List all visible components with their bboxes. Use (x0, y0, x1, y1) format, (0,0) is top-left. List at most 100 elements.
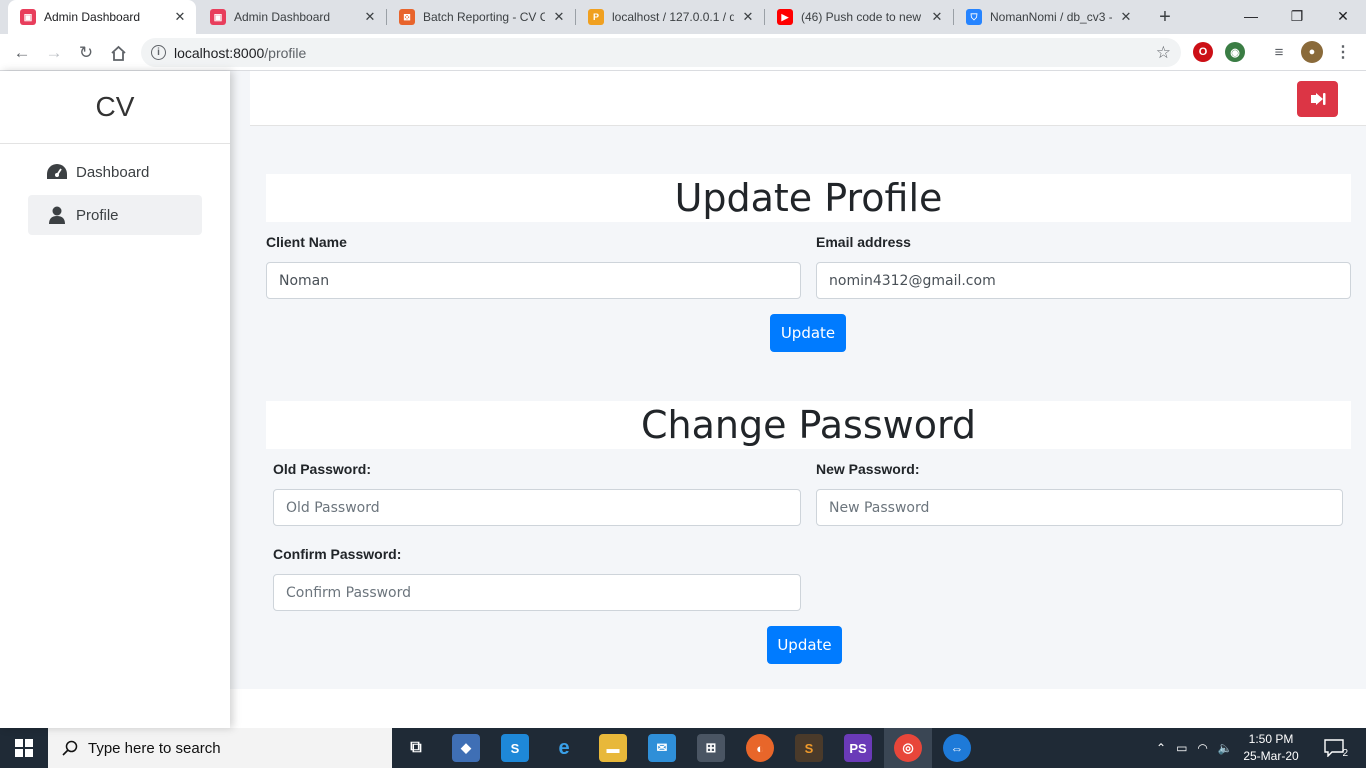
forward-button[interactable]: → (40, 39, 68, 67)
reload-button[interactable]: ↻ (72, 39, 100, 67)
wifi-icon[interactable]: ◠ (1197, 741, 1207, 755)
brand-logo[interactable]: CV (0, 71, 230, 144)
tab-title: Admin Dashboard (234, 10, 331, 24)
new-password-input[interactable] (816, 489, 1343, 526)
bitbucket-favicon-icon: ⛉ (966, 9, 982, 25)
media-queue-icon[interactable]: ≡ (1269, 42, 1289, 62)
browser-menu-icon[interactable]: ⋮ (1333, 42, 1353, 62)
browser-tab[interactable]: P localhost / 127.0.0.1 / d ✕ (576, 0, 764, 34)
tab-title: Batch Reporting - CV C (423, 10, 545, 24)
close-tab-icon[interactable]: ✕ (740, 9, 756, 25)
sidebar-item-dashboard[interactable]: Dashboard (28, 152, 202, 192)
home-button[interactable] (104, 39, 132, 67)
browser-tab-strip: ▣ Admin Dashboard ✕ ▣ Admin Dashboard ✕ … (0, 0, 1366, 34)
restore-button[interactable]: ❐ (1274, 0, 1320, 32)
browser-tab[interactable]: ⊠ Batch Reporting - CV C ✕ (387, 0, 575, 34)
start-button[interactable] (0, 728, 48, 768)
opera-extension-icon[interactable]: O (1193, 42, 1213, 62)
top-navbar (250, 71, 1366, 126)
browser-tab[interactable]: ⛉ NomanNomi / db_cv3 - ✕ (954, 0, 1142, 34)
phpmyadmin-favicon-icon: P (588, 9, 604, 25)
volume-icon[interactable]: 🔈 (1218, 741, 1233, 755)
email-input[interactable] (816, 262, 1351, 299)
close-tab-icon[interactable]: ✕ (1118, 9, 1134, 25)
globe-extension-icon[interactable]: ◉ (1225, 42, 1245, 62)
old-password-input[interactable] (273, 489, 801, 526)
old-password-label: Old Password: (273, 461, 372, 477)
clock-time: 1:50 PM (1248, 732, 1294, 746)
client-name-label: Client Name (266, 234, 347, 250)
admin-app: CV Dashboard Profile Update Profile Clie… (0, 71, 1366, 728)
task-view-icon[interactable]: ⧉ (402, 734, 430, 762)
browser-tab[interactable]: ▣ Admin Dashboard ✕ (8, 0, 196, 34)
sidebar-item-profile[interactable]: Profile (28, 195, 202, 235)
sidebar-item-label: Profile (76, 206, 119, 224)
skype-icon[interactable]: S (501, 734, 529, 762)
new-password-label: New Password: (816, 461, 920, 477)
update-profile-button[interactable]: Update (770, 314, 846, 352)
sidebar: CV Dashboard Profile (0, 71, 230, 728)
system-tray: ⌃ ▭ ◠ 🔈 (1156, 728, 1233, 768)
confirm-password-label: Confirm Password: (273, 546, 402, 562)
tab-title: localhost / 127.0.0.1 / d (612, 10, 734, 24)
app-favicon-icon: ▣ (210, 9, 226, 25)
search-icon (62, 740, 78, 756)
youtube-favicon-icon: ▶ (777, 9, 793, 25)
content-footer (230, 689, 1366, 728)
show-hidden-icons-icon[interactable]: ⌃ (1156, 741, 1166, 755)
taskbar-clock[interactable]: 1:50 PM 25-Mar-20 (1240, 731, 1302, 765)
firefox-icon[interactable]: ◐ (746, 734, 774, 762)
file-explorer-icon[interactable]: ▬ (599, 734, 627, 762)
close-tab-icon[interactable]: ✕ (929, 9, 945, 25)
app-favicon-icon: ▣ (20, 9, 36, 25)
bookmark-star-icon[interactable]: ☆ (1156, 43, 1171, 63)
sublime-text-icon[interactable]: S (795, 734, 823, 762)
notification-icon (1324, 739, 1344, 757)
teamviewer-icon[interactable]: ⇔ (943, 734, 971, 762)
app-launcher-icon[interactable]: ◆ (452, 734, 480, 762)
minimize-button[interactable]: — (1228, 0, 1274, 32)
close-tab-icon[interactable]: ✕ (551, 9, 567, 25)
change-password-button[interactable]: Update (767, 626, 842, 664)
browser-tab[interactable]: ▣ Admin Dashboard ✕ (198, 0, 386, 34)
tab-title: Admin Dashboard (44, 10, 141, 24)
chrome-icon[interactable]: ◎ (894, 734, 922, 762)
client-name-input[interactable] (266, 262, 801, 299)
taskbar-search[interactable]: Type here to search (48, 728, 392, 768)
back-button[interactable]: ← (8, 39, 36, 67)
tab-title: NomanNomi / db_cv3 - (990, 10, 1112, 24)
tachometer-icon (46, 162, 68, 182)
phpstorm-icon[interactable]: PS (844, 734, 872, 762)
change-password-heading: Change Password (266, 401, 1351, 449)
close-tab-icon[interactable]: ✕ (362, 9, 378, 25)
search-placeholder: Type here to search (88, 739, 221, 757)
xampp-favicon-icon: ⊠ (399, 9, 415, 25)
home-icon (110, 45, 126, 61)
browser-toolbar: ← → ↻ i localhost:8000/profile ☆ O ◉ ≡ ●… (0, 34, 1366, 71)
update-profile-heading: Update Profile (266, 174, 1351, 222)
windows-taskbar: Type here to search ⧉ ◆ S e ▬ ✉ ⊞ ◐ S PS… (0, 728, 1366, 768)
tab-title: (46) Push code to new r (801, 10, 923, 24)
close-window-button[interactable]: ✕ (1320, 0, 1366, 32)
edge-icon[interactable]: e (550, 734, 578, 762)
site-info-icon[interactable]: i (151, 45, 166, 60)
action-center-button[interactable]: 2 (1322, 737, 1348, 759)
notification-count: 2 (1342, 748, 1348, 759)
logout-button[interactable] (1297, 81, 1338, 117)
address-bar[interactable]: i localhost:8000/profile ☆ (141, 38, 1181, 67)
url-host: localhost:8000 (174, 44, 265, 61)
browser-tab[interactable]: ▶ (46) Push code to new r ✕ (765, 0, 953, 34)
battery-icon[interactable]: ▭ (1176, 741, 1187, 755)
sign-out-icon (1310, 93, 1325, 105)
close-tab-icon[interactable]: ✕ (172, 9, 188, 25)
sidebar-item-label: Dashboard (76, 163, 150, 181)
url-path: /profile (264, 44, 307, 61)
profile-avatar-icon[interactable]: ● (1301, 41, 1323, 63)
confirm-password-input[interactable] (273, 574, 801, 611)
store-icon[interactable]: ⊞ (697, 734, 725, 762)
windows-logo-icon (15, 739, 33, 757)
email-label: Email address (816, 234, 911, 250)
mail-icon[interactable]: ✉ (648, 734, 676, 762)
new-tab-button[interactable]: + (1152, 4, 1178, 30)
user-icon (46, 205, 68, 225)
